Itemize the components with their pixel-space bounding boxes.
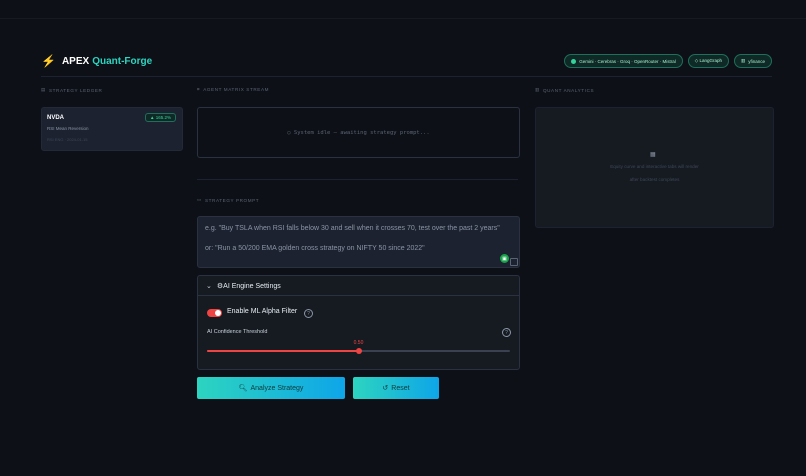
reset-label: Reset	[391, 384, 410, 392]
threshold-value: 0.50	[353, 340, 364, 346]
refresh-icon: ↺	[382, 385, 389, 392]
grid-icon: ⌗	[197, 87, 201, 92]
analyze-label: Analyze Strategy	[250, 384, 304, 392]
settings-expander-header[interactable]: ⌄ ⚙AI Engine Settings	[198, 276, 519, 296]
app-title-accent: Quant-Forge	[92, 55, 153, 67]
slider-handle[interactable]	[355, 348, 362, 354]
top-divider	[0, 18, 806, 19]
ledger-label-text: STRATEGY LEDGER	[48, 87, 103, 93]
header-divider	[41, 76, 772, 77]
badge-label: Gemini · Cerebras · Groq · OpenRouter · …	[579, 58, 676, 64]
ai-engine-settings-panel: ⌄ ⚙AI Engine Settings Enable ML Alpha Fi…	[197, 275, 520, 370]
agent-stream-panel: ○ System idle — awaiting strategy prompt…	[197, 107, 520, 158]
provider-badges: Gemini · Cerebras · Groq · OpenRouter · …	[564, 54, 772, 68]
analytics-label-text: QUANT ANALYTICS	[542, 87, 595, 93]
ledger-icon: ▤	[41, 87, 46, 92]
search-icon: 🔍︎	[238, 385, 248, 392]
analytics-hint-1: Equity curve and interactive tabs will r…	[610, 164, 699, 169]
prompt-section-label: ▭ STRATEGY PROMPT	[197, 197, 259, 203]
app-title: APEX	[61, 55, 90, 67]
badge-yfinance: ▥ yfinance	[733, 54, 772, 68]
analytics-icon: ▥	[535, 87, 540, 92]
prompt-placeholder: e.g. "Buy TSLA when RSI falls below 30 a…	[205, 225, 500, 252]
ledger-ticker: NVDA	[47, 115, 65, 121]
badge-label: yfinance	[748, 58, 765, 64]
stream-label-text: AGENT MATRIX STREAM	[203, 87, 270, 92]
chart-placeholder-icon: ▦	[650, 152, 656, 158]
bolt-icon: ⚡	[41, 54, 56, 68]
ledger-section-label: ▤ STRATEGY LEDGER	[41, 87, 102, 93]
chat-icon: ▭	[197, 197, 202, 202]
badge-langgraph: ◇ LangGraph	[687, 54, 729, 68]
ml-alpha-toggle[interactable]	[207, 309, 222, 317]
resize-handle-icon[interactable]	[510, 258, 518, 266]
help-icon[interactable]: ?	[304, 309, 313, 318]
analytics-hint-2: after backtest completes	[629, 177, 680, 182]
ledger-card[interactable]: NVDA RSI Mean Reversion RSI ENG · 2024-0…	[41, 107, 183, 151]
status-dot-icon	[571, 58, 577, 64]
stream-section-label: ⌗ AGENT MATRIX STREAM	[197, 87, 269, 92]
strategy-prompt-input[interactable]: e.g. "Buy TSLA when RSI falls below 30 a…	[197, 216, 520, 268]
section-divider	[197, 179, 518, 180]
reset-button[interactable]: ↺ Reset	[353, 377, 439, 399]
ledger-meta: RSI ENG · 2024-01-15	[47, 137, 88, 142]
quant-analytics-panel: ▦ Equity curve and interactive tabs will…	[535, 107, 774, 228]
slider-fill	[207, 350, 359, 352]
stream-status: ○ System idle — awaiting strategy prompt…	[287, 129, 430, 136]
badge-label: ◇ LangGraph	[694, 58, 722, 63]
settings-title: AI Engine Settings	[223, 282, 281, 290]
analytics-section-label: ▥ QUANT ANALYTICS	[535, 87, 594, 93]
prompt-label-text: STRATEGY PROMPT	[204, 197, 260, 203]
help-icon[interactable]: ?	[502, 328, 511, 337]
ml-alpha-label: Enable ML Alpha Filter	[227, 308, 298, 315]
ledger-strategy: RSI Mean Reversion	[47, 126, 89, 131]
toggle-knob	[215, 310, 221, 316]
ledger-return-badge: ▲ 165.2%	[145, 113, 176, 122]
chevron-down-icon: ⌄	[206, 282, 212, 290]
app-header: ⚡ APEX Quant-Forge Gemini · Cerebras · G…	[41, 52, 772, 70]
analyze-strategy-button[interactable]: 🔍︎ Analyze Strategy	[197, 377, 345, 399]
badge-llm-providers: Gemini · Cerebras · Groq · OpenRouter · …	[564, 54, 683, 68]
threshold-label: AI Confidence Threshold	[207, 329, 268, 335]
settings-title-wrap: ⚙AI Engine Settings	[217, 282, 281, 290]
chart-icon: ▥	[740, 58, 746, 63]
assistant-icon[interactable]: ▣	[500, 254, 509, 263]
threshold-slider[interactable]	[207, 348, 510, 354]
